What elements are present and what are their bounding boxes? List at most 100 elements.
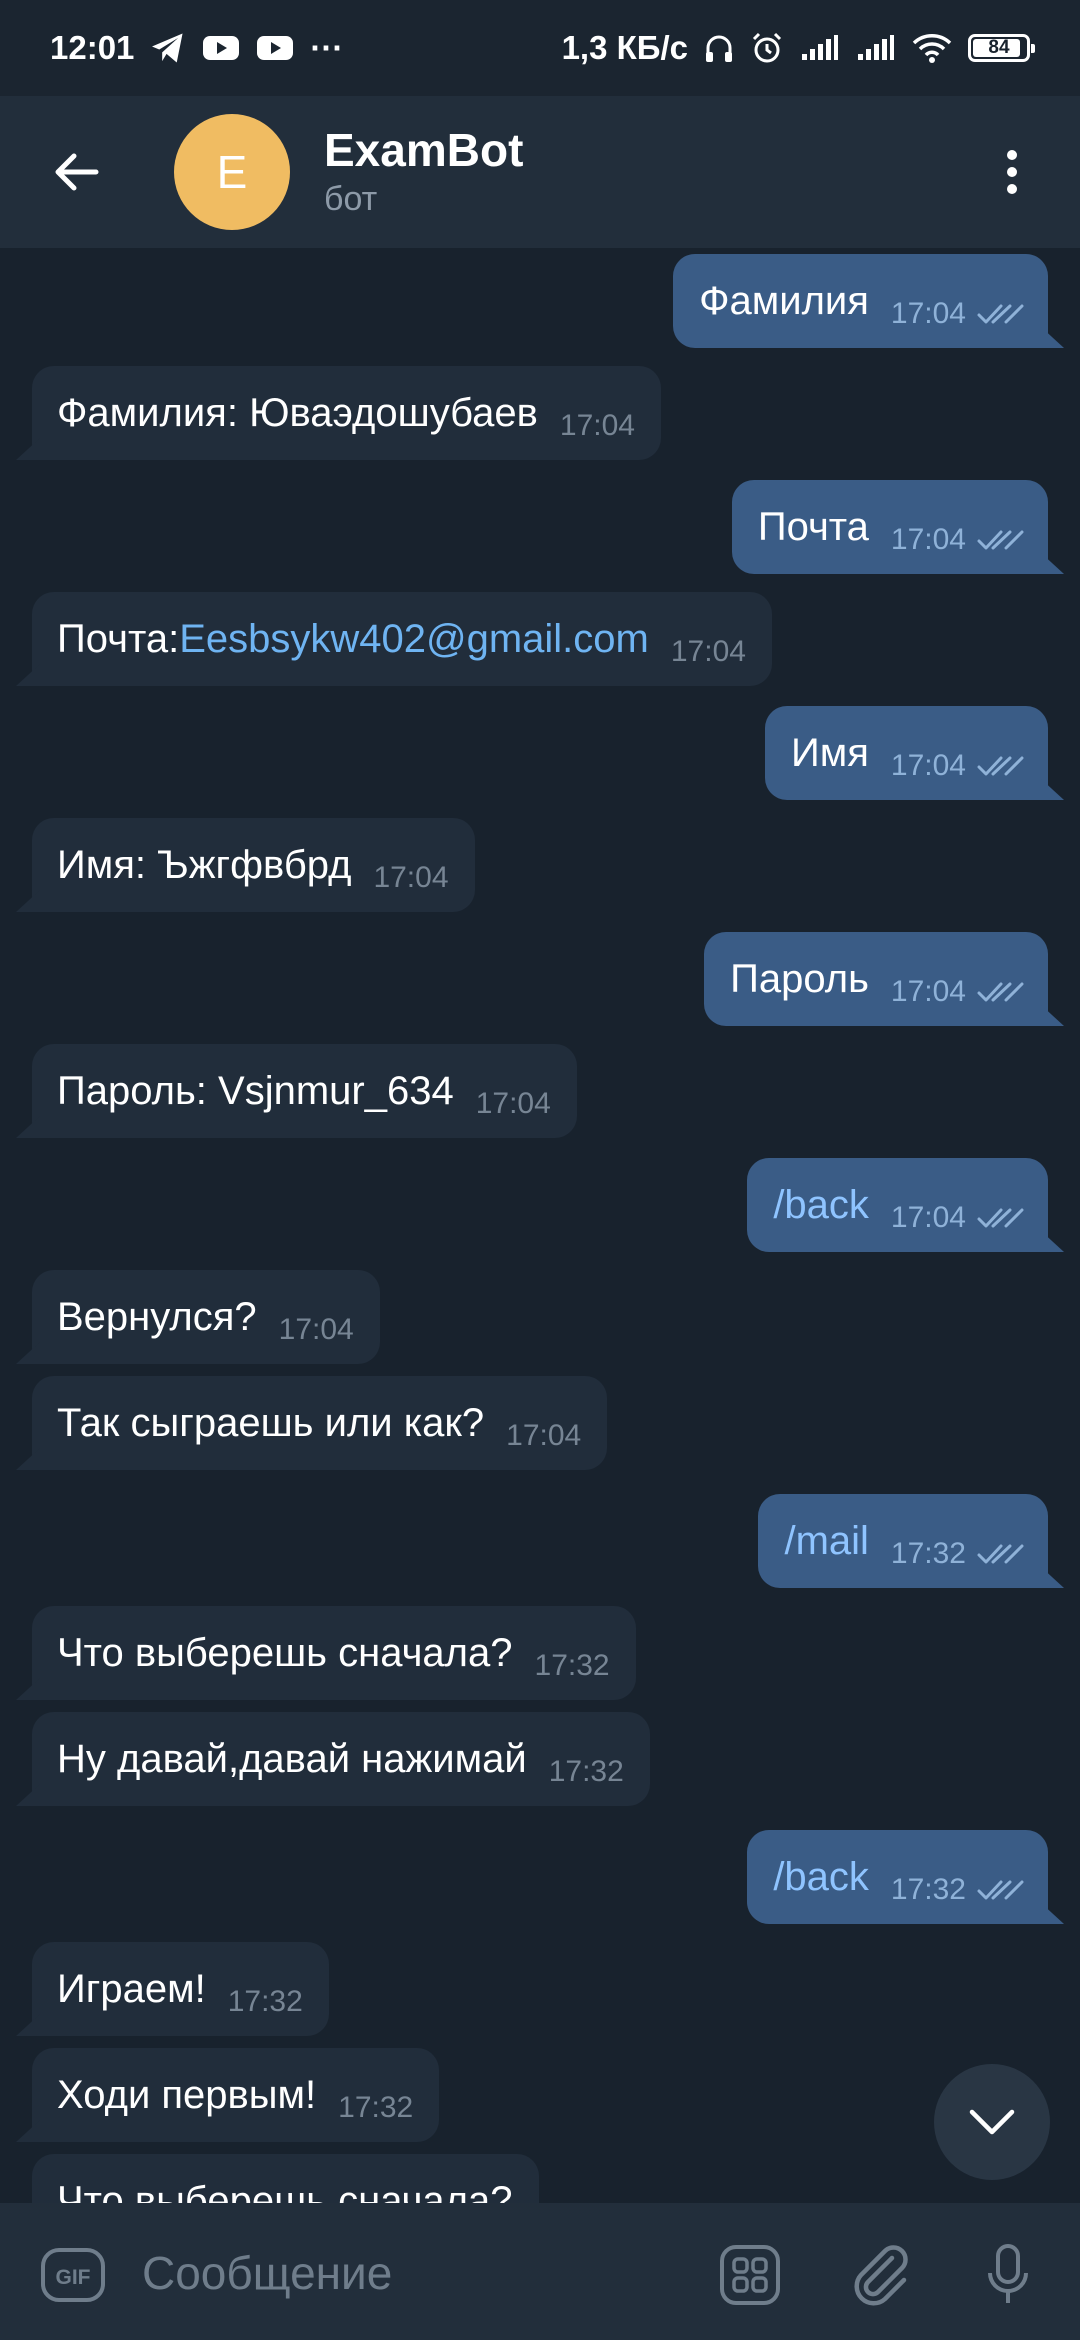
telegram-icon (150, 32, 186, 64)
message-time: 17:04 (890, 297, 966, 330)
incoming-message[interactable]: Фамилия: Юваэдошубаев 17:04 (32, 366, 661, 460)
avatar[interactable]: E (174, 114, 290, 230)
gif-icon: GIF (41, 2248, 105, 2302)
network-speed: 1,3 КБ/с (561, 29, 688, 66)
message-time: 17:04 (373, 861, 449, 894)
incoming-message[interactable]: Что выберешь сначала? (32, 2154, 539, 2203)
signal-icon (856, 34, 896, 62)
incoming-message[interactable]: Почта: Eesbsykw402@gmail.com 17:04 (32, 592, 772, 686)
message-time: 17:04 (475, 1087, 551, 1120)
outgoing-message[interactable]: /back 17:04 (747, 1158, 1048, 1252)
message-text: Играем! (57, 1966, 206, 2011)
incoming-message[interactable]: Ходи первым! 17:32 (32, 2048, 440, 2142)
incoming-message[interactable]: Что выберешь сначала? 17:32 (32, 1606, 636, 1700)
message-text: Имя: Ъжгфвбрд (57, 842, 352, 887)
message-time: 17:04 (506, 1419, 582, 1452)
outgoing-message[interactable]: /back 17:32 (747, 1830, 1048, 1924)
status-bar: 12:01 ··· 1,3 КБ/с 84 (0, 0, 1080, 96)
chat-subtitle: бот (324, 180, 378, 218)
message-time: 17:04 (278, 1313, 354, 1346)
message-time: 17:04 (890, 749, 966, 782)
emoji-keyboard-button[interactable] (718, 2243, 782, 2307)
email-link[interactable]: Eesbsykw402@gmail.com (179, 617, 649, 662)
message-text: Ну давай,давай нажимай (57, 1736, 527, 1781)
message-text: Что выберешь сначала? (57, 2178, 513, 2204)
gif-button[interactable]: GIF (40, 2247, 106, 2308)
voice-message-button[interactable] (976, 2243, 1040, 2307)
incoming-message[interactable]: Вернулся? 17:04 (32, 1270, 380, 1364)
double-check-icon (976, 1542, 1024, 1566)
message-text: Так сыграешь или как? (57, 1400, 485, 1445)
scroll-down-button[interactable] (934, 2064, 1050, 2180)
chat-title-block[interactable]: ExamBot бот (324, 123, 523, 221)
youtube-icon (256, 34, 294, 62)
paperclip-icon (854, 2245, 908, 2306)
back-button[interactable] (36, 132, 116, 212)
bot-command-text[interactable]: /back (773, 1183, 869, 1228)
more-vertical-icon (1007, 150, 1017, 194)
message-time: 17:32 (227, 1985, 303, 2018)
outgoing-message[interactable]: Фамилия 17:04 (673, 254, 1048, 348)
message-time: 17:32 (890, 1873, 966, 1906)
message-text: Имя (791, 730, 869, 775)
double-check-icon (976, 1206, 1024, 1230)
chat-title: ExamBot (324, 124, 524, 176)
more-options-button[interactable] (972, 132, 1052, 212)
message-time: 17:32 (338, 2091, 414, 2124)
message-text: Что выберешь сначала? (57, 1630, 513, 1675)
arrow-left-icon (55, 153, 99, 191)
outgoing-message[interactable]: Почта 17:04 (731, 480, 1048, 574)
chat-header: E ExamBot бот (0, 96, 1080, 248)
incoming-message[interactable]: Имя: Ъжгфвбрд 17:04 (32, 818, 475, 912)
message-input-bar: GIF (0, 2203, 1080, 2340)
headphones-icon (704, 32, 734, 64)
outgoing-message[interactable]: Имя 17:04 (765, 706, 1048, 800)
message-time: 17:04 (559, 409, 635, 442)
double-check-icon (976, 980, 1024, 1004)
message-text: Пароль (730, 956, 869, 1001)
chevron-down-icon (969, 2109, 1015, 2135)
message-text: Фамилия: Юваэдошубаев (57, 390, 538, 435)
attach-button[interactable] (850, 2243, 914, 2307)
double-check-icon (976, 754, 1024, 778)
message-text: Вернулся? (57, 1294, 257, 1339)
message-text: Ходи первым! (57, 2072, 317, 2117)
sticker-grid-icon (720, 2245, 780, 2305)
message-text: Почта (757, 504, 869, 549)
status-bar-right: 1,3 КБ/с 84 (561, 29, 1035, 67)
message-text: Почта: (57, 616, 180, 661)
message-time: 17:32 (890, 1537, 966, 1570)
more-notifications-icon: ··· (310, 29, 344, 66)
signal-icon (800, 34, 840, 62)
incoming-message[interactable]: Пароль: Vsjnmur_634 17:04 (32, 1044, 577, 1138)
message-text: Фамилия (699, 278, 869, 323)
double-check-icon (976, 1878, 1024, 1902)
wifi-icon (912, 32, 952, 64)
incoming-message[interactable]: Играем! 17:32 (32, 1942, 329, 2036)
incoming-message[interactable]: Так сыграешь или как? 17:04 (32, 1376, 608, 1470)
status-bar-left: 12:01 ··· (50, 29, 343, 67)
message-time: 17:04 (890, 523, 966, 556)
alarm-icon (750, 31, 784, 65)
message-input[interactable] (140, 2237, 664, 2309)
double-check-icon (976, 528, 1024, 552)
microphone-icon (988, 2244, 1028, 2303)
outgoing-message[interactable]: Пароль 17:04 (704, 932, 1048, 1026)
battery-level: 84 (988, 37, 1010, 58)
message-time: 17:32 (534, 1649, 610, 1682)
youtube-icon (202, 34, 240, 62)
incoming-message[interactable]: Ну давай,давай нажимай 17:32 (32, 1712, 650, 1806)
gif-label: GIF (56, 2266, 91, 2289)
message-time: 17:04 (890, 975, 966, 1008)
battery-icon: 84 (968, 34, 1035, 62)
message-text: Пароль: Vsjnmur_634 (57, 1068, 454, 1113)
message-list[interactable]: Фамилия 17:04 Фамилия: Юваэдошубаев 17:04 По… (0, 248, 1080, 2203)
avatar-letter: E (216, 146, 248, 198)
bot-command-text[interactable]: /back (773, 1855, 869, 1900)
bot-command-text[interactable]: /mail (784, 1519, 868, 1564)
message-time: 17:04 (890, 1201, 966, 1234)
message-time: 17:32 (548, 1755, 624, 1788)
double-check-icon (976, 302, 1024, 326)
message-time: 17:04 (670, 635, 746, 668)
outgoing-message[interactable]: /mail 17:32 (758, 1494, 1048, 1588)
